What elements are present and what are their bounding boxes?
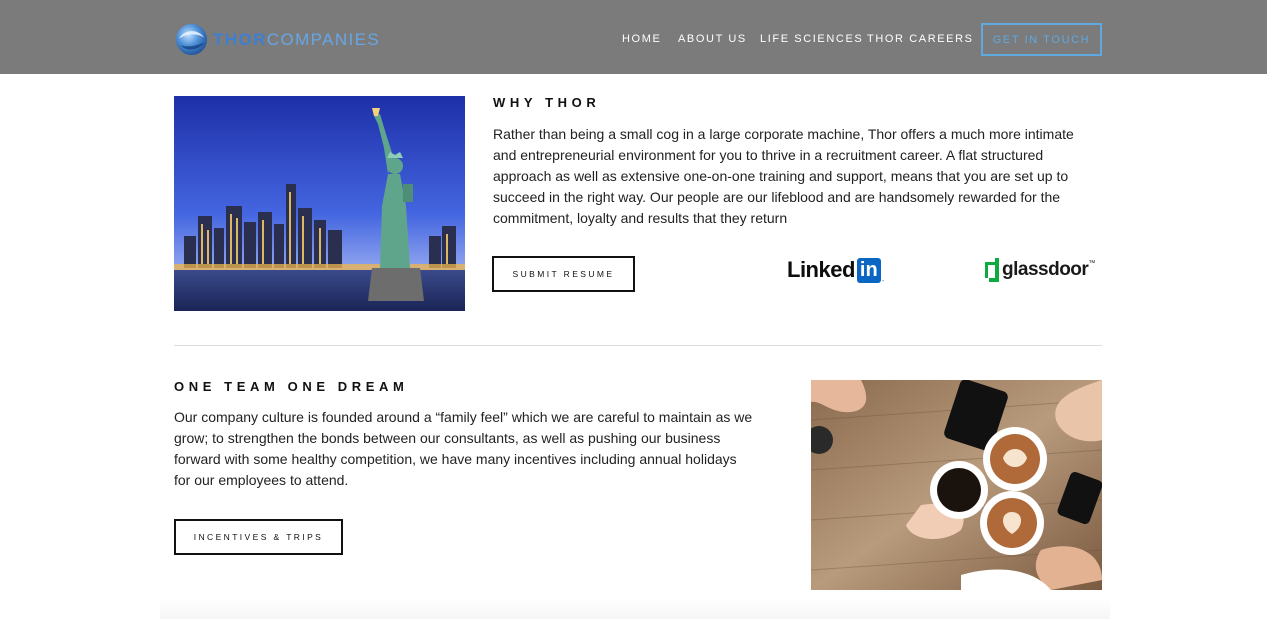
site-header: THORCOMPANIES HOME ABOUT US LIFE SCIENCE… [0,0,1267,74]
incentives-trips-button[interactable]: INCENTIVES & TRIPS [174,519,343,555]
team-line: Our company culture is founded around a … [174,409,753,425]
linkedin-dot: . [881,273,885,283]
team-line: forward with some healthy competition, w… [174,451,737,467]
submit-resume-button[interactable]: SUBMIT RESUME [492,256,635,292]
section-divider [174,345,1102,346]
linkedin-logo-link[interactable]: Linked in . [787,257,884,283]
why-thor-paragraph: Rather than being a small cog in a large… [493,124,1105,229]
glassdoor-wordmark: glassdoor [1002,259,1089,280]
thor-swirl-logo-icon [175,23,208,55]
why-line: Rather than being a small cog in a large… [493,126,1074,142]
one-team-paragraph: Our company culture is founded around a … [174,407,789,491]
coffee-cups-image [811,380,1102,590]
glassdoor-logo-link[interactable]: glassdoor ™ [985,258,1095,282]
get-in-touch-button[interactable]: GET IN TOUCH [981,23,1102,56]
logo-companies-text: COMPANIES [266,29,381,49]
nav-home[interactable]: HOME [622,33,661,45]
glassdoor-door-icon [985,258,999,282]
statue-of-liberty-image [174,96,465,311]
nav-about-us[interactable]: ABOUT US [678,33,747,45]
bottom-fade [160,598,1110,619]
one-team-heading: ONE TEAM ONE DREAM [174,379,409,394]
nav-life-sciences[interactable]: LIFE SCIENCES [760,33,863,45]
why-line: and entrepreneurial environment for you … [493,147,1044,163]
thor-companies-logo[interactable]: THORCOMPANIES [175,22,380,56]
glassdoor-trademark: ™ [1088,260,1096,267]
team-line: grow; to strengthen the bonds between ou… [174,430,721,446]
why-thor-heading: WHY THOR [493,95,601,110]
linkedin-wordmark: Linked [787,257,855,282]
logo-thor-text: THOR [213,29,267,49]
team-line: for our employees to attend. [174,472,349,488]
why-line: approach as well as extensive one-on-one… [493,168,1069,184]
nav-thor-careers[interactable]: THOR CAREERS [867,33,974,45]
linkedin-in-badge: in [856,257,881,283]
why-line: commitment, loyalty and results that the… [493,210,788,226]
why-line: succeed in the right way. Our people are… [493,189,1061,205]
